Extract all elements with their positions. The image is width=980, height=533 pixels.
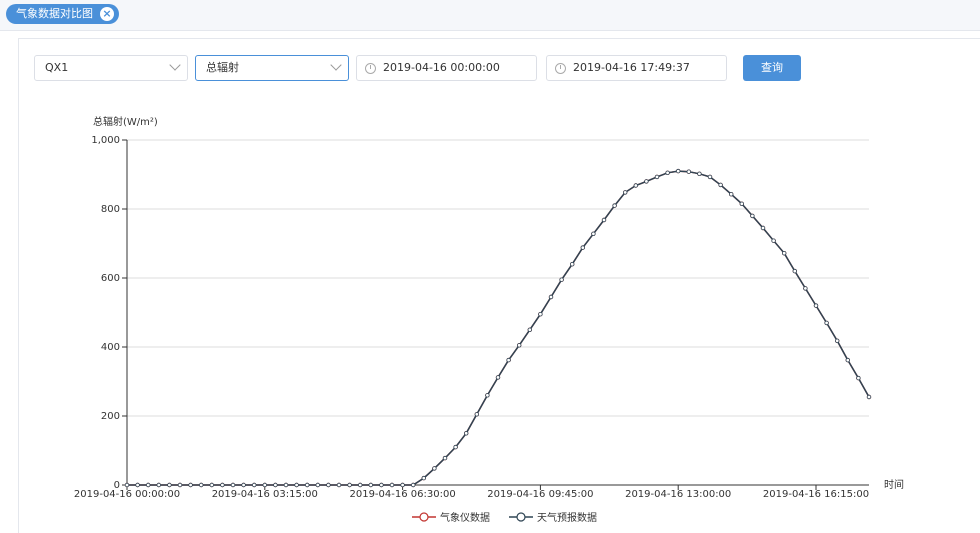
- y-tick-label: 1,000: [91, 135, 120, 146]
- data-point: [241, 482, 246, 488]
- data-point: [824, 320, 829, 326]
- data-point: [665, 170, 670, 175]
- x-tick-label: 2019-04-16 16:15:00: [763, 489, 869, 500]
- data-point: [283, 482, 289, 488]
- y-tick-label: 200: [101, 411, 120, 422]
- data-point: [559, 277, 564, 282]
- data-point: [294, 482, 299, 488]
- legend-marker: [419, 512, 429, 522]
- data-point: [305, 482, 310, 488]
- x-tick-label: 2019-04-16 06:30:00: [349, 489, 455, 500]
- data-point: [527, 327, 532, 332]
- data-point: [633, 183, 638, 188]
- data-point: [517, 343, 522, 348]
- data-point: [273, 482, 278, 488]
- data-point: [601, 217, 607, 223]
- data-point: [803, 286, 808, 291]
- data-point: [474, 412, 479, 417]
- data-point: [156, 482, 161, 488]
- data-point: [389, 482, 395, 488]
- data-point: [262, 482, 267, 488]
- data-point: [368, 482, 373, 488]
- data-point: [135, 482, 140, 488]
- data-point: [495, 375, 501, 380]
- data-point: [326, 482, 331, 488]
- data-point: [347, 482, 352, 488]
- data-point: [432, 466, 437, 471]
- data-point: [654, 174, 660, 180]
- radiation-line-chart: 02004006008001,0002019-04-16 00:00:00 201…: [74, 115, 904, 524]
- data-point: [782, 250, 787, 256]
- data-point: [856, 375, 861, 381]
- data-point: [697, 171, 702, 176]
- series-line: [127, 170, 870, 486]
- data-point: [623, 190, 628, 195]
- x-tick-label: 2019-04-16 03:15:00: [212, 489, 318, 500]
- data-point: [612, 203, 617, 208]
- data-point: [379, 482, 384, 488]
- x-tick-label: 2019-04-16 00:00:00: [74, 489, 180, 500]
- data-point: [485, 393, 490, 398]
- x-tick-label: 2019-04-16 13:00:00: [625, 489, 731, 500]
- legend-marker: [516, 512, 526, 522]
- data-point: [644, 179, 649, 184]
- data-point: [209, 482, 214, 488]
- data-point: [792, 268, 797, 274]
- data-point: [538, 312, 543, 317]
- data-point: [411, 482, 416, 488]
- data-point: [707, 174, 713, 180]
- data-point: [750, 213, 755, 219]
- data-point: [358, 482, 363, 488]
- y-tick-label: 800: [101, 204, 120, 215]
- data-point: [167, 482, 172, 488]
- data-point: [336, 482, 342, 488]
- data-point: [506, 357, 511, 363]
- data-point: [813, 303, 819, 308]
- data-point: [177, 482, 183, 488]
- data-point: [315, 482, 320, 488]
- data-point: [760, 225, 766, 231]
- x-axis-label: 时间: [884, 478, 904, 491]
- data-point: [866, 394, 872, 400]
- legend-label: 天气预报数据: [537, 511, 597, 524]
- data-point: [188, 482, 193, 488]
- data-point: [548, 294, 554, 300]
- data-point: [739, 201, 744, 206]
- series-line: [127, 170, 870, 486]
- data-point: [442, 455, 448, 461]
- y-axis-label: 总辐射(W/m²): [93, 115, 158, 128]
- legend-label: 气象仪数据: [440, 511, 490, 524]
- data-point: [464, 431, 469, 436]
- x-tick-label: 2019-04-16 09:45:00: [487, 489, 593, 500]
- y-tick-label: 400: [101, 342, 120, 353]
- data-point: [453, 444, 458, 450]
- data-point: [124, 482, 130, 488]
- data-point: [771, 238, 776, 243]
- data-point: [198, 482, 204, 488]
- data-point: [676, 168, 681, 174]
- data-point: [230, 482, 236, 488]
- y-tick-label: 600: [101, 273, 120, 284]
- data-point: [580, 245, 585, 250]
- data-point: [686, 169, 691, 174]
- data-point: [400, 482, 405, 488]
- data-point: [845, 357, 850, 363]
- data-point: [570, 262, 575, 267]
- data-point: [729, 191, 734, 197]
- data-point: [220, 482, 225, 488]
- data-point: [835, 338, 840, 343]
- data-point: [251, 482, 257, 488]
- data-point: [591, 231, 596, 236]
- data-point: [718, 182, 723, 188]
- data-point: [421, 475, 426, 481]
- data-point: [145, 482, 151, 488]
